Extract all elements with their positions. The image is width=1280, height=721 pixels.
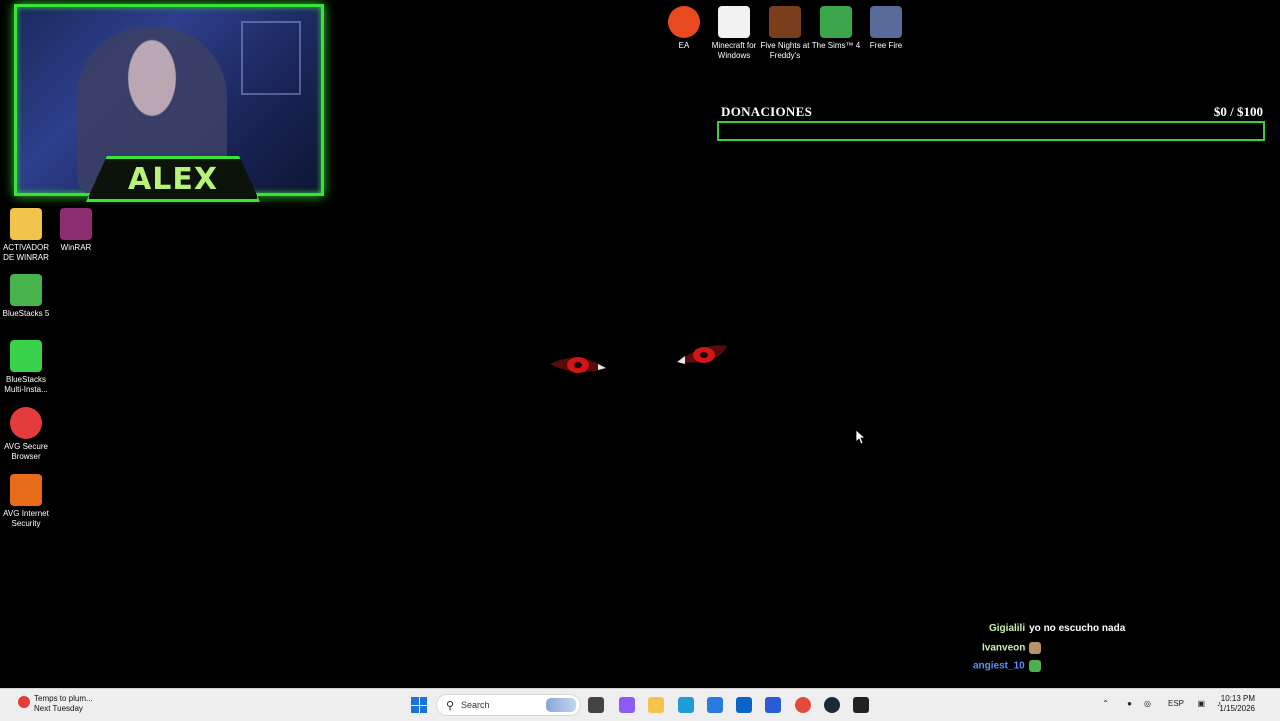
desktop-icon[interactable]: Five Nights at Freddy's <box>759 6 811 61</box>
show-hidden-icons-icon[interactable]: ⌃ <box>1102 699 1109 708</box>
desktop-icon-label: AVG Internet Security <box>3 509 49 528</box>
app-icon[interactable] <box>765 697 781 713</box>
start-button[interactable] <box>411 697 427 713</box>
red-eye-left-icon <box>550 357 606 373</box>
donation-progress-bar <box>717 121 1265 141</box>
desktop-icon-label: BlueStacks 5 <box>2 309 50 318</box>
folder-icon <box>10 208 42 240</box>
ea-app-icon <box>668 6 700 38</box>
weather-line-2: Next Tuesday <box>34 704 83 713</box>
desktop-icon-label: ACTIVADOR DE WINRAR <box>2 243 50 262</box>
search-highlight-icon <box>546 698 576 712</box>
desktop-icon[interactable]: ACTIVADOR DE WINRAR <box>0 208 52 263</box>
chat-message: Ivanveon <box>982 642 1042 654</box>
desktop-icon[interactable]: The Sims™ 4 <box>810 6 862 51</box>
microphone-icon[interactable]: ◎ <box>1144 699 1151 708</box>
desktop-icon[interactable]: Free Fire <box>860 6 912 51</box>
clock-date: 1/15/2026 <box>1219 704 1255 713</box>
desktop-icon[interactable]: EA <box>658 6 710 51</box>
donation-amount: $0 / $100 <box>1213 104 1263 119</box>
desktop-icon[interactable]: Minecraft for Windows <box>708 6 760 61</box>
store-icon[interactable] <box>707 697 723 713</box>
fnaf-icon <box>769 6 801 38</box>
chat-username: angiest_10 <box>973 660 1025 672</box>
sims-icon <box>820 6 852 38</box>
taskbar-search[interactable]: ⚲ Search <box>436 694 581 716</box>
desktop-icon-label: Free Fire <box>869 41 903 50</box>
chat-message: angiest_10 <box>973 660 1041 672</box>
mouse-cursor-icon <box>856 430 866 445</box>
desktop-icon[interactable]: AVG Secure Browser <box>0 407 52 462</box>
avg-browser-icon <box>10 407 42 439</box>
file-icon <box>718 6 750 38</box>
weather-line-1: Temps to plum... <box>34 694 93 703</box>
chat-username: Gigialili <box>989 623 1026 634</box>
desktop-icon[interactable]: WinRAR <box>50 208 102 253</box>
outlook-icon[interactable] <box>736 697 752 713</box>
chat-username: Ivanveon <box>982 642 1026 654</box>
search-placeholder: Search <box>461 700 490 710</box>
desktop-icon[interactable]: BlueStacks 5 <box>0 274 52 319</box>
desktop-icon-label: AVG Secure Browser <box>4 442 48 461</box>
desktop-icon-label: EA <box>678 41 690 50</box>
desktop-icon[interactable]: AVG Internet Security <box>0 474 52 529</box>
copilot-icon[interactable] <box>619 697 635 713</box>
free-fire-icon <box>870 6 902 38</box>
network-icon[interactable]: ● <box>1127 699 1132 708</box>
donation-label: DONACIONES <box>721 104 813 119</box>
edge-icon[interactable] <box>678 697 694 713</box>
search-icon: ⚲ <box>446 700 455 712</box>
avg-security-icon <box>10 474 42 506</box>
clock-time: 10:13 PM <box>1220 694 1255 703</box>
winrar-icon <box>60 208 92 240</box>
taskbar: Temps to plum... Next Tuesday ⚲ Search ⌃… <box>0 688 1280 721</box>
clock[interactable]: 10:13 PM 1/15/2026 <box>1219 694 1255 714</box>
smile-emote-icon <box>1028 660 1041 672</box>
obs-icon[interactable] <box>853 697 869 713</box>
streamer-name-plate: ALEX <box>86 156 260 202</box>
cat-emote-icon <box>1029 642 1042 654</box>
bluestacks-icon <box>10 274 42 306</box>
desktop-icon-label: Five Nights at Freddy's <box>760 41 810 60</box>
steam-icon[interactable] <box>824 697 840 713</box>
bluestacks-multi-icon <box>10 340 42 372</box>
weather-alert-icon <box>18 696 30 708</box>
chrome-icon[interactable] <box>795 697 811 713</box>
file-explorer-icon[interactable] <box>648 697 664 713</box>
task-view-icon[interactable] <box>588 697 604 713</box>
desktop-icon[interactable]: BlueStacks Multi-Insta... <box>0 340 52 395</box>
desktop-icon-label: BlueStacks Multi-Insta... <box>4 375 48 394</box>
display-icon[interactable]: ▣ <box>1197 699 1205 708</box>
language-indicator[interactable]: ESP <box>1168 699 1184 708</box>
webcam-background-door <box>241 21 301 95</box>
desktop-icon-label: The Sims™ 4 <box>811 41 861 50</box>
weather-widget[interactable]: Temps to plum... Next Tuesday <box>18 694 93 714</box>
chat-message: Gigialili yo no escucho nada <box>989 623 1125 634</box>
red-eye-right-icon <box>677 345 727 364</box>
desktop-icon-label: Minecraft for Windows <box>711 41 757 60</box>
chat-text: yo no escucho nada <box>1029 623 1126 634</box>
windows-logo-icon <box>411 697 419 705</box>
desktop-icon-label: WinRAR <box>60 243 92 252</box>
